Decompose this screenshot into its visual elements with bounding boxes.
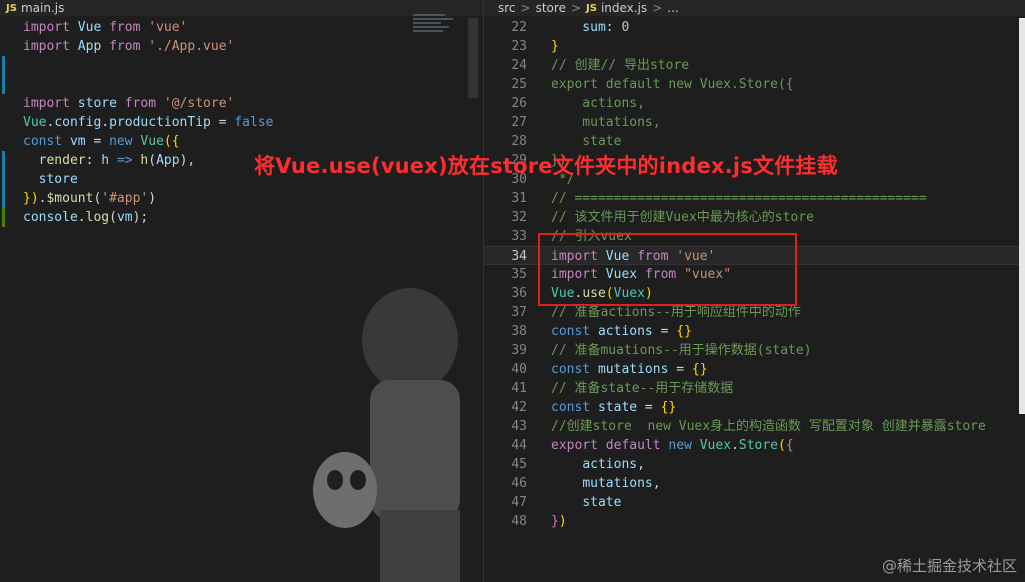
code-line[interactable]: 38 const actions = {} bbox=[484, 322, 1025, 341]
highlight-box bbox=[538, 233, 797, 306]
code-line[interactable]: 27 mutations, bbox=[484, 113, 1025, 132]
code-comment: // 准备muations--用于操作数据(state) bbox=[551, 343, 812, 358]
gutter-modified-marker bbox=[2, 170, 5, 189]
code-line[interactable]: 26 actions, bbox=[484, 94, 1025, 113]
line-number: 27 bbox=[511, 115, 527, 130]
code-comment: // 准备actions--用于响应组件中的动作 bbox=[551, 305, 801, 320]
line-number: 44 bbox=[511, 438, 527, 453]
code-line[interactable]: }).$mount('#app') bbox=[0, 189, 483, 208]
breadcrumb-file[interactable]: index.js bbox=[601, 1, 647, 15]
js-file-icon: JS bbox=[6, 2, 17, 14]
code-line[interactable]: 25 export default new Vuex.Store({ bbox=[484, 75, 1025, 94]
chevron-right-icon: > bbox=[652, 1, 663, 15]
code-line[interactable]: 41 // 准备state--用于存储数据 bbox=[484, 379, 1025, 398]
code-line[interactable]: 31 // ===================================… bbox=[484, 189, 1025, 208]
code-line[interactable]: 28 state bbox=[484, 132, 1025, 151]
code-comment: // =====================================… bbox=[551, 191, 927, 206]
code-line[interactable]: import Vue from 'vue' bbox=[0, 18, 483, 37]
annotation-text: 将Vue.use(vuex)放在store文件夹中的index.js文件挂载 bbox=[254, 154, 838, 178]
line-number: 24 bbox=[511, 58, 527, 73]
left-code-area[interactable]: import Vue from 'vue' import App from '.… bbox=[0, 18, 483, 227]
code-line[interactable] bbox=[0, 75, 483, 94]
gutter-modified-marker bbox=[2, 151, 5, 170]
line-number: 39 bbox=[511, 343, 527, 358]
left-editor-pane[interactable]: JS main.js import Vue from 'vue' import … bbox=[0, 0, 484, 582]
code-line[interactable]: 45 actions, bbox=[484, 455, 1025, 474]
line-number: 25 bbox=[511, 77, 527, 92]
line-number: 46 bbox=[511, 476, 527, 491]
chevron-right-icon: > bbox=[570, 1, 582, 15]
code-line[interactable] bbox=[0, 56, 483, 75]
watermark: @稀土掘金技术社区 bbox=[881, 557, 1017, 575]
line-number: 47 bbox=[511, 495, 527, 510]
code-line[interactable]: import App from './App.vue' bbox=[0, 37, 483, 56]
line-number: 32 bbox=[511, 210, 527, 225]
chevron-right-icon: > bbox=[520, 1, 531, 15]
code-comment: //创建store new Vuex身上的构造函数 写配置对象 创建并暴露sto… bbox=[551, 419, 986, 434]
code-line[interactable]: 24 // 创建// 导出store bbox=[484, 56, 1025, 75]
code-line[interactable]: 40 const mutations = {} bbox=[484, 360, 1025, 379]
breadcrumb-src[interactable]: src bbox=[498, 1, 516, 15]
breadcrumb: src > store > JS index.js > ... bbox=[484, 0, 1025, 16]
code-comment: // 创建// 导出store bbox=[551, 58, 690, 73]
line-number: 42 bbox=[511, 400, 527, 415]
code-line[interactable]: 42 const state = {} bbox=[484, 398, 1025, 417]
line-number: 31 bbox=[511, 191, 527, 206]
gutter-modified-marker bbox=[2, 75, 5, 94]
code-line[interactable]: 32 // 该文件用于创建Vuex中最为核心的store bbox=[484, 208, 1025, 227]
code-line[interactable]: 48}) bbox=[484, 512, 1025, 531]
code-comment: actions, bbox=[551, 96, 645, 111]
breadcrumb-store[interactable]: store bbox=[536, 1, 566, 15]
code-line[interactable]: 39 // 准备muations--用于操作数据(state) bbox=[484, 341, 1025, 360]
code-line[interactable]: Vue.config.productionTip = false bbox=[0, 113, 483, 132]
code-line[interactable]: 22 sum: 0 bbox=[484, 18, 1025, 37]
line-number: 38 bbox=[511, 324, 527, 339]
code-line[interactable]: 46 mutations, bbox=[484, 474, 1025, 493]
line-number: 26 bbox=[511, 96, 527, 111]
code-comment: state bbox=[551, 134, 622, 149]
line-number: 23 bbox=[511, 39, 527, 54]
line-number: 41 bbox=[511, 381, 527, 396]
line-number: 22 bbox=[511, 20, 527, 35]
code-line[interactable]: 43 //创建store new Vuex身上的构造函数 写配置对象 创建并暴露s… bbox=[484, 417, 1025, 436]
gutter-added-marker bbox=[2, 208, 5, 227]
line-number: 28 bbox=[511, 134, 527, 149]
line-number: 40 bbox=[511, 362, 527, 377]
code-line[interactable]: console.log(vm); bbox=[0, 208, 483, 227]
editor-tab-bar: JS main.js bbox=[0, 0, 483, 16]
right-scrollbar-thumb[interactable] bbox=[1019, 18, 1025, 414]
line-number: 43 bbox=[511, 419, 527, 434]
code-line[interactable]: 47 state bbox=[484, 493, 1025, 512]
line-number: 45 bbox=[511, 457, 527, 472]
code-line[interactable]: const vm = new Vue({ bbox=[0, 132, 483, 151]
js-file-icon: JS bbox=[586, 2, 597, 14]
code-comment: // 准备state--用于存储数据 bbox=[551, 381, 734, 396]
code-comment: // 该文件用于创建Vuex中最为核心的store bbox=[551, 210, 814, 225]
breadcrumb-ellipsis[interactable]: ... bbox=[667, 1, 678, 15]
tab-label: main.js bbox=[20, 1, 65, 15]
gutter-modified-marker bbox=[2, 56, 5, 75]
gutter-modified-marker bbox=[2, 189, 5, 208]
code-comment: mutations, bbox=[551, 115, 661, 130]
line-number: 48 bbox=[511, 514, 527, 529]
code-line[interactable]: 23} bbox=[484, 37, 1025, 56]
tab-main-js[interactable]: JS main.js bbox=[0, 1, 72, 15]
code-line[interactable]: import store from '@/store' bbox=[0, 94, 483, 113]
code-line[interactable]: 44 export default new Vuex.Store({ bbox=[484, 436, 1025, 455]
background-anime-image bbox=[313, 288, 460, 582]
